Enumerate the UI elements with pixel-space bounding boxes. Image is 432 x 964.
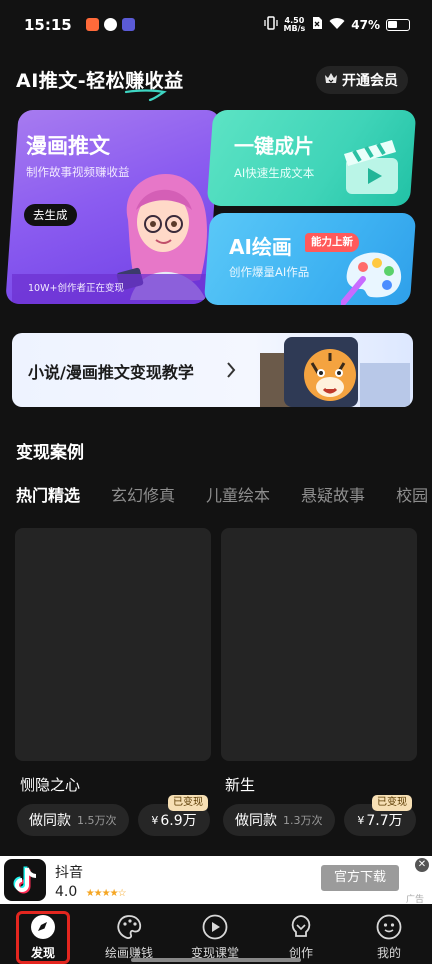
one-click-video-card[interactable]: 一键成片 AI快速生成文本 (206, 110, 417, 206)
official-download-button[interactable]: 官方下载 (321, 865, 399, 891)
oneclick-card-title: 一键成片 (234, 134, 314, 158)
sim-off-icon (311, 16, 323, 33)
earnings-value: 6.9万 (160, 813, 197, 829)
generate-button[interactable]: 去生成 (24, 204, 77, 226)
case-title: 新生 (225, 776, 256, 794)
tab-monetize-class[interactable]: 变现课堂 (172, 904, 258, 964)
case-thumbnail[interactable] (221, 528, 417, 761)
earned-badge: 已变现 (168, 795, 208, 811)
play-circle-icon (202, 914, 228, 944)
aidraw-card-title: AI绘画 (229, 235, 292, 259)
star-rating-icon: ★★★★☆ (85, 888, 127, 899)
make-same-button[interactable]: 做同款 1.5万次 (17, 804, 129, 836)
notification-app-icon (122, 18, 135, 31)
comic-narration-card[interactable]: 漫画推文 制作故事视频赚收益 去生成 10W+创作者正在变现 (5, 110, 221, 304)
close-icon[interactable]: ✕ (415, 858, 429, 872)
earned-badge: 已变现 (372, 795, 412, 811)
currency-symbol: ¥ (357, 813, 365, 827)
palette-icon (341, 252, 402, 305)
ai-drawing-card[interactable]: AI绘画 能力上新 创作爆量AI作品 (203, 213, 417, 305)
chevron-right-icon (227, 362, 236, 378)
crown-icon (324, 71, 338, 89)
selection-highlight (16, 911, 70, 964)
earnings-value: 7.7万 (366, 813, 403, 829)
smile-icon (376, 914, 402, 944)
status-time: 15:15 (24, 16, 72, 34)
status-bar: 15:15 4.50 MB/s 47% (0, 0, 432, 50)
usage-count: 1.5万次 (77, 814, 117, 827)
aidraw-card-subtitle: 创作爆量AI作品 (229, 265, 310, 279)
currency-symbol: ¥ (151, 813, 159, 827)
network-speed: 4.50 MB/s (283, 15, 306, 33)
comic-card-title: 漫画推文 (26, 134, 110, 158)
tab-hot-picks[interactable]: 热门精选 (16, 482, 80, 506)
tab-picture-book[interactable]: 儿童绘本 (206, 482, 270, 506)
title-underline-decoration (124, 89, 167, 102)
vibrate-icon (263, 16, 278, 33)
notification-app-icon (86, 18, 99, 31)
tab-fantasy[interactable]: 玄幻修真 (111, 482, 175, 506)
make-same-label: 做同款 (235, 813, 277, 829)
notification-app-icon (104, 18, 117, 31)
battery-icon (386, 18, 410, 31)
clapperboard-icon (344, 140, 398, 194)
tutorial-label: 小说/漫画推文变现教学 (28, 363, 194, 382)
comic-card-footer: 10W+创作者正在变现 (12, 274, 214, 304)
tiger-illustration (260, 337, 410, 407)
category-tabs: 热门精选 玄幻修真 儿童绘本 悬疑故事 校园 (16, 482, 432, 506)
palette-icon (116, 914, 142, 944)
make-same-button[interactable]: 做同款 1.3万次 (223, 804, 335, 836)
cases-section-title: 变现案例 (16, 443, 84, 463)
home-indicator[interactable] (131, 958, 301, 962)
battery-percent: 47% (351, 17, 380, 32)
douyin-logo-icon (4, 859, 46, 901)
tab-label: 我的 (376, 946, 401, 960)
ad-rating-value: 4.0 (55, 884, 78, 900)
ad-app-name: 抖音 (55, 865, 83, 881)
make-same-label: 做同款 (29, 813, 71, 829)
oneclick-card-subtitle: AI快速生成文本 (234, 166, 315, 180)
case-title: 恻隐之心 (20, 776, 81, 794)
usage-count: 1.3万次 (283, 814, 323, 827)
tab-drawing-earn[interactable]: 绘画赚钱 (86, 904, 172, 964)
vip-label: 开通会员 (342, 73, 398, 89)
wifi-icon (329, 17, 345, 33)
tab-mine[interactable]: 我的 (346, 904, 432, 964)
bulb-icon (288, 914, 314, 944)
vip-button[interactable]: 开通会员 (316, 66, 408, 94)
ad-banner[interactable]: 抖音 4.0 ★★★★☆ 官方下载 ✕ 广告 (0, 856, 432, 905)
tab-mystery[interactable]: 悬疑故事 (301, 482, 365, 506)
tab-campus[interactable]: 校园 (396, 482, 428, 506)
ad-rating: 4.0 ★★★★☆ (55, 884, 127, 900)
tab-create[interactable]: 创作 (258, 904, 344, 964)
tutorial-banner[interactable]: 小说/漫画推文变现教学 (12, 333, 413, 407)
case-thumbnail[interactable] (15, 528, 211, 761)
